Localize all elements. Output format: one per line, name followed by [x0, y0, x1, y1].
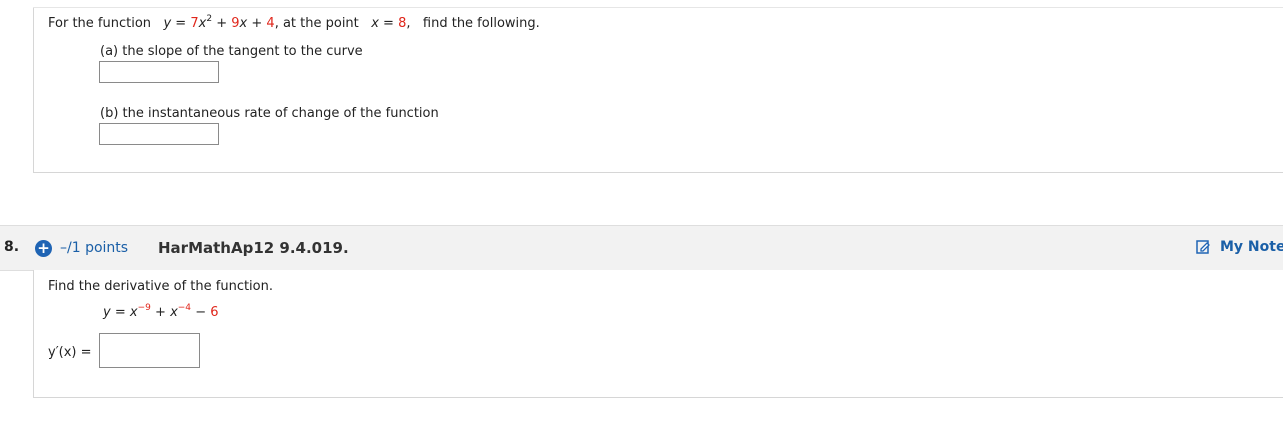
eq-y: y — [103, 305, 111, 320]
eq-plus: + — [155, 305, 166, 320]
my-notes-label: My Note — [1220, 239, 1283, 255]
derivative-answer-input[interactable] — [99, 333, 200, 368]
eq-exp-1: −9 — [137, 302, 151, 313]
point-comma: , — [406, 16, 411, 31]
question-number: 8. — [4, 239, 20, 255]
fn-exp-1: 2 — [206, 13, 213, 24]
question-8-instruction: Find the derivative of the function. — [48, 279, 273, 294]
prompt-suffix: find the following. — [422, 16, 540, 31]
part-a-label: (a) the slope of the tangent to the curv… — [100, 44, 363, 59]
plus-circle-icon[interactable]: + — [35, 240, 52, 257]
fn-plus-2: + — [251, 16, 263, 31]
part-b-label: (b) the instantaneous rate of change of … — [100, 106, 439, 121]
eq-minus: − — [195, 305, 207, 320]
eq-equals: = — [114, 305, 126, 320]
points-label: –/1 points — [60, 240, 129, 256]
fn-coef-3: 4 — [266, 16, 275, 31]
part-b-answer-input[interactable] — [99, 123, 219, 145]
eq-x-1: x — [129, 305, 138, 320]
fn-plus-1: + — [216, 16, 228, 31]
top-rule — [33, 7, 1283, 8]
question-7-panel — [33, 8, 1283, 173]
eq-x-2: x — [170, 305, 178, 320]
part-a-answer-input[interactable] — [99, 61, 219, 83]
fn-x-2: x — [239, 16, 248, 31]
point-x: x — [371, 16, 379, 31]
fn-eq: = — [175, 16, 187, 31]
question-8-equation: y = x−9 + x−4 − 6 — [103, 302, 219, 320]
eq-constant: 6 — [210, 305, 219, 320]
my-notes-button[interactable]: My Note — [1195, 239, 1283, 255]
note-edit-icon — [1195, 239, 1211, 255]
question-code: HarMathAp12 9.4.019. — [158, 239, 349, 257]
question-7-prompt: For the function y = 7x2 + 9x + 4, at th… — [48, 13, 540, 31]
eq-exp-2: −4 — [177, 302, 192, 313]
point-eq: = — [383, 16, 394, 31]
fn-coef-2: 9 — [231, 16, 240, 31]
fn-y: y — [163, 16, 172, 31]
prompt-prefix: For the function — [48, 16, 152, 31]
after-fn: , at the point — [274, 16, 359, 31]
fn-coef-1: 7 — [190, 16, 199, 31]
answer-label: y′(x) = — [48, 345, 92, 360]
